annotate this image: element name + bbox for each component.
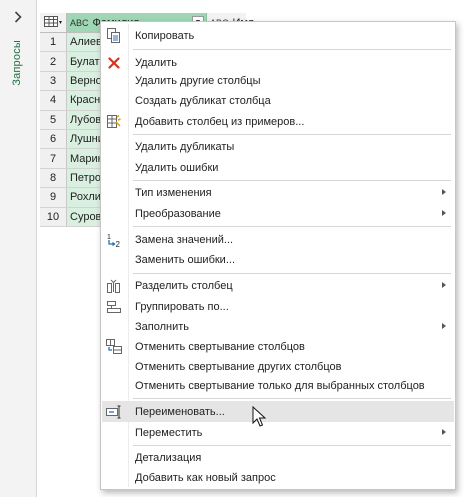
submenu-arrow-icon (442, 189, 446, 195)
mouse-cursor-icon (252, 405, 267, 428)
menu-item-label: Добавить столбец из примеров... (135, 115, 305, 128)
submenu-arrow-icon (442, 210, 446, 216)
menu-item-label: Преобразование (135, 207, 221, 220)
split-column-icon (105, 277, 123, 294)
queries-pane: Запросы (0, 0, 37, 497)
menu-item-label: Удалить дубликаты (135, 140, 235, 153)
menu-item-label: Замена значений... (135, 233, 234, 246)
menu-item-label: Отменить свертывание только для выбранны… (135, 379, 425, 392)
menu-separator (133, 49, 451, 50)
column-from-examples-icon (105, 113, 123, 130)
group-by-icon (105, 298, 123, 315)
copy-icon (105, 27, 123, 44)
menu-item-remove-other-columns[interactable]: Удалить другие столбцы (102, 70, 454, 91)
menu-separator (133, 180, 451, 181)
submenu-arrow-icon (442, 429, 446, 435)
menu-item-copy[interactable]: Копировать (102, 25, 454, 46)
svg-text:2: 2 (116, 240, 121, 248)
row-number: 1 (40, 33, 67, 52)
menu-item-drill-down[interactable]: Детализация (102, 447, 454, 468)
submenu-arrow-icon (442, 323, 446, 329)
menu-item-duplicate-column[interactable]: Создать дубликат столбца (102, 90, 454, 111)
row-number: 4 (40, 91, 67, 110)
menu-item-label: Добавить как новый запрос (135, 471, 276, 484)
column-context-menu: Копировать Удалить Удалить другие столбц… (100, 21, 456, 490)
table-menu-chevron-icon: ▾ (58, 20, 62, 26)
text-type-icon: ABC (70, 17, 89, 28)
queries-pane-label[interactable]: Запросы (11, 40, 23, 86)
menu-item-label: Удалить другие столбцы (135, 74, 261, 87)
menu-item-label: Создать дубликат столбца (135, 94, 271, 107)
row-number: 2 (40, 52, 67, 71)
menu-item-label: Заполнить (135, 320, 190, 333)
menu-item-add-column-from-examples[interactable]: Добавить столбец из примеров... (102, 111, 454, 132)
table-menu-button[interactable]: ▾ (40, 13, 67, 33)
menu-item-label: Заменить ошибки... (135, 253, 235, 266)
menu-item-rename[interactable]: Переименовать... (102, 401, 454, 422)
menu-item-label: Тип изменения (135, 186, 212, 199)
row-number: 5 (40, 110, 67, 129)
menu-separator (133, 134, 451, 135)
menu-separator (133, 226, 451, 227)
menu-item-move[interactable]: Переместить (102, 422, 454, 443)
svg-text:1: 1 (107, 234, 111, 241)
menu-item-transform[interactable]: Преобразование (102, 203, 454, 224)
menu-item-unpivot-selected-columns[interactable]: Отменить свертывание только для выбранны… (102, 375, 454, 396)
table-icon (43, 15, 58, 30)
menu-item-replace-errors[interactable]: Заменить ошибки... (102, 249, 454, 270)
menu-item-label: Удалить ошибки (135, 161, 219, 174)
menu-item-group-by[interactable]: Группировать по... (102, 296, 454, 317)
menu-item-label: Копировать (135, 29, 195, 42)
menu-item-remove-duplicates[interactable]: Удалить дубликаты (102, 136, 454, 157)
menu-item-label: Отменить свертывание других столбцов (135, 360, 342, 373)
menu-separator (133, 398, 451, 399)
menu-item-label: Разделить столбец (135, 279, 233, 292)
menu-item-label: Переименовать... (135, 405, 225, 418)
menu-separator (133, 273, 451, 274)
row-number: 3 (40, 71, 67, 91)
row-number: 9 (40, 188, 67, 207)
menu-item-replace-values[interactable]: 12 Замена значений... (102, 229, 454, 250)
menu-item-unpivot-other-columns[interactable]: Отменить свертывание других столбцов (102, 356, 454, 377)
row-number: 6 (40, 130, 67, 149)
chevron-right-icon[interactable] (12, 10, 24, 24)
row-number: 7 (40, 149, 67, 168)
menu-item-label: Группировать по... (135, 300, 229, 313)
menu-item-change-type[interactable]: Тип изменения (102, 182, 454, 203)
delete-icon (105, 54, 123, 71)
rename-icon (105, 403, 123, 420)
row-number: 10 (40, 207, 67, 226)
menu-item-fill[interactable]: Заполнить (102, 316, 454, 337)
menu-separator (133, 445, 451, 446)
menu-item-split-column[interactable]: Разделить столбец (102, 275, 454, 296)
row-number: 8 (40, 168, 67, 188)
menu-item-label: Отменить свертывание столбцов (135, 340, 305, 353)
menu-item-label: Детализация (135, 451, 202, 464)
replace-values-icon: 12 (105, 231, 123, 248)
menu-item-label: Переместить (135, 426, 203, 439)
menu-item-remove-errors[interactable]: Удалить ошибки (102, 157, 454, 178)
submenu-arrow-icon (442, 282, 446, 288)
unpivot-icon (105, 338, 123, 355)
menu-item-add-as-new-query[interactable]: Добавить как новый запрос (102, 467, 454, 488)
menu-item-unpivot-columns[interactable]: Отменить свертывание столбцов (102, 336, 454, 357)
